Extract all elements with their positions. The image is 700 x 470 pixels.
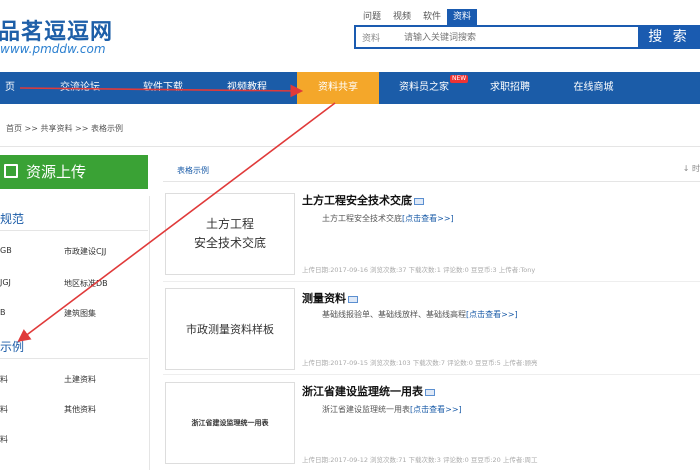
doc-icon [348,295,358,303]
sidebar-panel: 规范 GB 市政建设CJJ JGJ 地区标准DB B 建筑图集 示例 料 土建资… [0,196,150,470]
sidebar-divider [0,230,148,231]
search-tab-software[interactable]: 软件 [417,9,447,25]
sidebar-link[interactable]: 地区标准DB [64,278,108,289]
item-meta: 上传日期:2017-09-16 浏览次数:37 下载次数:1 评论数:0 豆豆币… [302,266,536,274]
main-nav: 页 交流论坛 软件下载 视频教程 资料共享 资料员之家 NEW 求职招聘 在线商… [0,72,700,104]
item-desc-text: 土方工程安全技术交底 [322,214,402,223]
sidebar-link[interactable]: 建筑图集 [64,308,96,319]
sidebar-link[interactable]: 料 [0,404,8,415]
tab-table-examples[interactable]: 表格示例 [177,165,209,176]
sidebar-head-specs: 规范 [0,212,25,226]
nav-item-jobs[interactable]: 求职招聘 [475,72,545,104]
sidebar-link[interactable]: GB [0,246,12,255]
nav-item-home[interactable]: 页 [0,72,20,104]
item-thumbnail[interactable]: 市政测量资料样板 [165,288,295,370]
sidebar-link[interactable]: 料 [0,434,8,445]
new-badge: NEW [450,75,469,83]
doc-icon [425,388,435,396]
search-tab-material[interactable]: 资料 [447,9,478,25]
view-more-link[interactable]: [点击查看>>] [466,310,518,319]
item-desc-text: 浙江省建设监理统一用表 [322,405,410,414]
item-title[interactable]: 土方工程安全技术交底 [302,192,424,208]
sidebar-link[interactable]: 土建资料 [64,374,96,385]
upload-label: 资源上传 [26,163,87,181]
sidebar-link[interactable]: 其他资料 [64,404,96,415]
doc-icon [414,197,424,205]
item-title[interactable]: 浙江省建设监理统一用表 [302,383,435,399]
item-divider [163,374,700,375]
item-thumbnail[interactable]: 浙江省建设监理统一用表 [165,382,295,464]
search-tabs: 问题 视频 软件 资料 [357,9,478,25]
nav-item-videos[interactable]: 视频教程 [212,72,282,104]
edit-icon [4,164,18,178]
sidebar-link[interactable]: 料 [0,374,8,385]
sidebar-divider [0,358,148,359]
sidebar-head-examples: 示例 [0,340,25,354]
item-description: 基础线报验单、基础线放样、基础线高程[点击查看>>] [322,309,518,320]
search-tab-question[interactable]: 问题 [357,9,387,25]
upload-button[interactable]: 资源上传 [0,155,148,189]
nav-item-downloads[interactable]: 软件下载 [128,72,198,104]
sidebar-link[interactable]: 市政建设CJJ [64,246,106,257]
sidebar-link[interactable]: B [0,308,6,317]
divider [0,146,700,147]
breadcrumb: 首页 >> 共享资料 >> 表格示例 [6,124,123,133]
item-meta: 上传日期:2017-09-15 浏览次数:103 下载次数:7 评论数:0 豆豆… [302,359,538,367]
item-title-text: 土方工程安全技术交底 [302,194,412,207]
view-more-link[interactable]: [点击查看>>] [410,405,462,414]
site-logo-url: www.pmddw.com [0,42,106,56]
main-tabbar: 表格示例 ↓ 时 [163,160,700,182]
item-description: 土方工程安全技术交底[点击查看>>] [322,213,454,224]
item-title[interactable]: 测量资料 [302,290,358,306]
search-button[interactable]: 搜 索 [638,25,700,49]
nav-item-forum[interactable]: 交流论坛 [40,72,120,104]
search-category[interactable]: 资料 [362,31,380,44]
item-meta: 上传日期:2017-09-12 浏览次数:71 下载次数:3 评论数:0 豆豆币… [302,456,538,464]
item-description: 浙江省建设监理统一用表[点击查看>>] [322,404,462,415]
item-title-text: 测量资料 [302,292,346,305]
search-box: 资料 [354,25,638,49]
item-divider [163,281,700,282]
item-title-text: 浙江省建设监理统一用表 [302,385,423,398]
item-desc-text: 基础线报验单、基础线放样、基础线高程 [322,310,466,319]
view-more-link[interactable]: [点击查看>>] [402,214,454,223]
sort-control[interactable]: ↓ 时 [683,163,700,174]
search-tab-video[interactable]: 视频 [387,9,417,25]
search-input[interactable] [404,29,624,47]
item-thumbnail[interactable]: 土方工程 安全技术交底 [165,193,295,275]
sidebar-link[interactable]: JGJ [0,278,11,287]
nav-item-shop[interactable]: 在线商城 [556,72,631,104]
nav-item-resource-share[interactable]: 资料共享 [297,72,379,104]
site-header: 品茗逗逗网 www.pmddw.com 问题 视频 软件 资料 资料 搜 索 [0,0,700,72]
